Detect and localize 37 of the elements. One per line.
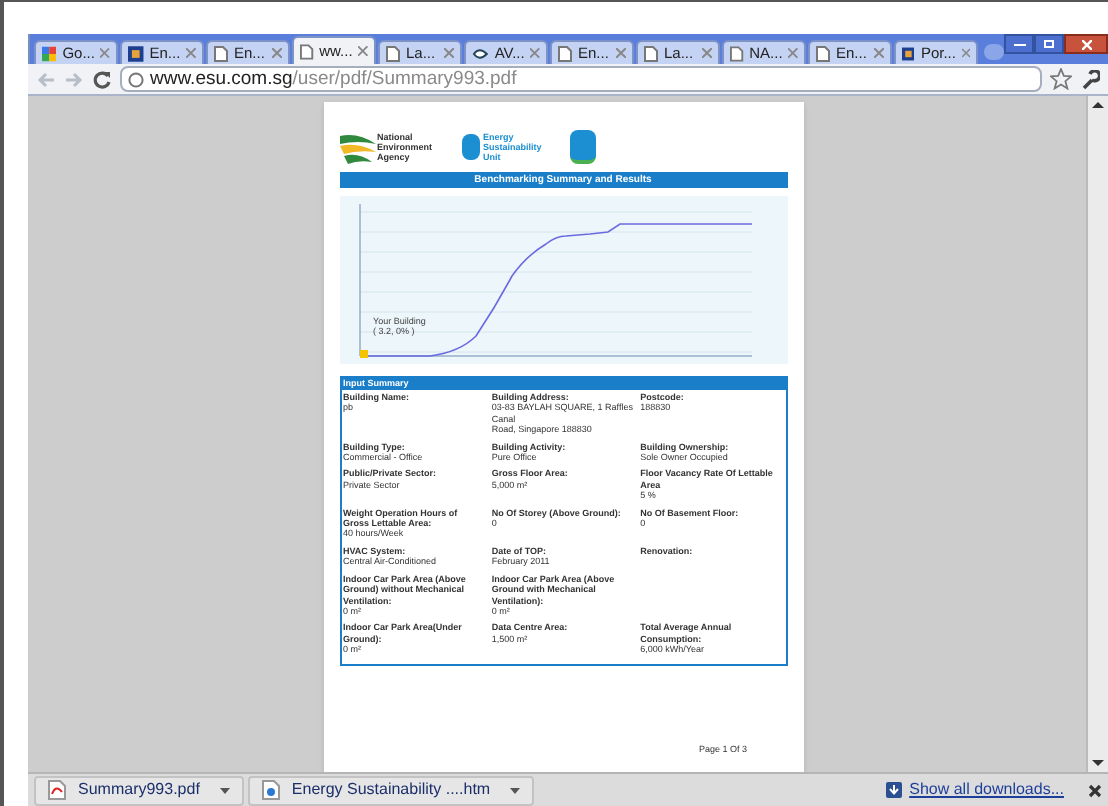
dropdown-caret-icon[interactable] (510, 787, 521, 793)
reload-icon[interactable] (92, 69, 112, 89)
web-page-icon (261, 780, 280, 800)
back-icon[interactable] (36, 71, 56, 87)
page-icon (644, 45, 658, 61)
restore-button[interactable] (1034, 34, 1064, 54)
new-tab-button[interactable] (984, 44, 1004, 60)
app-icon (128, 45, 144, 61)
link-icon (472, 45, 489, 61)
dropdown-caret-icon[interactable] (219, 787, 230, 793)
wrench-icon[interactable] (1080, 69, 1100, 89)
star-icon[interactable] (1050, 68, 1072, 90)
esu-logo-icon (461, 134, 479, 160)
page-icon (214, 45, 228, 61)
globe-icon (128, 71, 144, 87)
esu-badge-icon (569, 130, 596, 164)
page-icon (816, 45, 830, 61)
page-icon (730, 45, 744, 61)
download-item[interactable]: Energy Sustainability ....htm (247, 775, 535, 805)
download-icon (885, 782, 902, 798)
close-icon[interactable] (1088, 783, 1102, 797)
google-icon (42, 45, 57, 61)
download-item[interactable]: Summary993.pdf (34, 775, 244, 805)
scrollbar[interactable] (1086, 96, 1108, 772)
app-icon (902, 45, 915, 61)
address-field[interactable]: www.esu.com.sg/user/pdf/Summary993.pdf (120, 66, 1042, 92)
close-button[interactable] (1064, 34, 1108, 54)
pdf-icon (48, 780, 66, 800)
agency-logo-icon (339, 131, 375, 163)
minimize-button[interactable] (1004, 34, 1034, 54)
page-icon (300, 43, 314, 59)
close-icon (1081, 39, 1091, 49)
forward-icon[interactable] (64, 71, 84, 87)
url-text: www.esu.com.sg/user/pdf/Summary993.pdf (150, 69, 517, 89)
show-all-downloads-link[interactable]: Show all downloads... (909, 778, 1064, 802)
page-icon (558, 45, 572, 61)
page-icon (386, 45, 400, 61)
